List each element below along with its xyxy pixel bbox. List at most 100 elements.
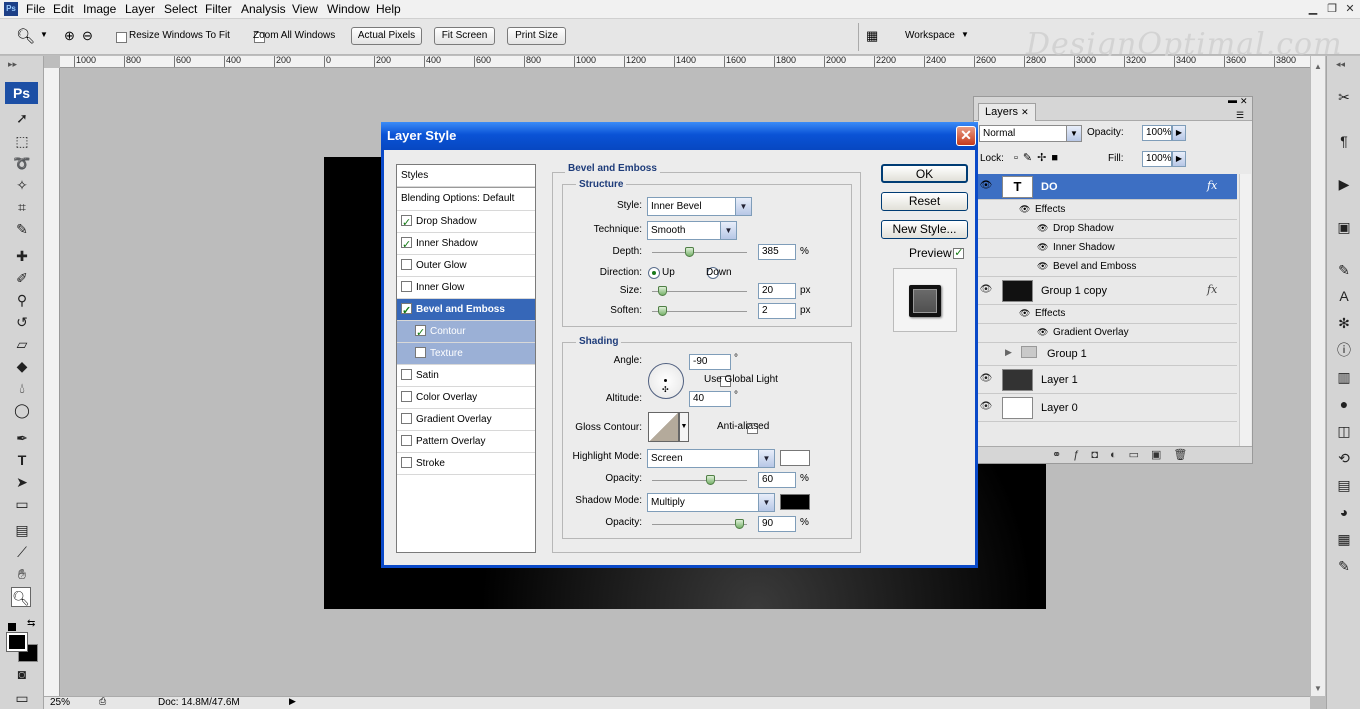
effect-gradient-overlay[interactable]: 👁︎ Gradient Overlay (975, 324, 1237, 343)
eye-icon[interactable]: 👁︎ (1037, 223, 1048, 234)
lock-icons[interactable]: ▫✎✢■ (1014, 151, 1063, 164)
effect-bevel-emboss[interactable]: 👁︎ Bevel and Emboss (975, 258, 1237, 277)
histogram-icon[interactable]: ▥ (1332, 366, 1356, 388)
eyedropper-icon[interactable]: ⟋ (12, 542, 32, 562)
blur-tool-icon[interactable]: 💧︎ (12, 378, 32, 398)
shadow-color-swatch[interactable] (780, 494, 810, 510)
ok-button[interactable]: OK (881, 164, 968, 183)
menu-image[interactable]: Image (83, 2, 116, 16)
style-checkbox[interactable] (401, 301, 412, 322)
eye-icon[interactable]: 👁︎ (977, 180, 995, 191)
layers-scrollbar[interactable] (1239, 174, 1251, 446)
preview-checkbox[interactable] (953, 246, 965, 259)
collapse-icon[interactable]: ▸▸ (8, 59, 17, 70)
layer-row-group-1[interactable]: ▶ Group 1 (975, 343, 1237, 366)
paths-icon[interactable]: ✎ (1332, 555, 1356, 577)
paint-bucket-icon[interactable]: ◆ (12, 356, 32, 376)
shadow-opacity-field[interactable]: 90 (758, 516, 796, 532)
style-checkbox[interactable] (401, 369, 412, 380)
style-item-stroke[interactable]: Stroke (397, 453, 535, 475)
layer-row-layer-0[interactable]: 👁︎ Layer 0 (975, 394, 1237, 422)
zoom-tool-icon[interactable]: 🔍︎ (16, 27, 35, 45)
menu-filter[interactable]: Filter (205, 2, 232, 16)
depth-slider-track[interactable] (652, 252, 747, 253)
menu-edit[interactable]: Edit (53, 2, 74, 16)
menu-select[interactable]: Select (164, 2, 197, 16)
styles-header[interactable]: Styles (397, 165, 535, 187)
eye-icon[interactable]: 👁︎ (977, 373, 995, 384)
blending-options[interactable]: Blending Options: Default (397, 187, 535, 211)
style-item-outer-glow[interactable]: Outer Glow (397, 255, 535, 277)
style-checkbox[interactable] (401, 213, 412, 234)
altitude-field[interactable]: 40 (689, 391, 731, 407)
swatches-icon[interactable]: ◫ (1332, 420, 1356, 442)
style-checkbox[interactable] (401, 391, 412, 402)
size-slider-thumb[interactable] (658, 286, 667, 296)
close-panel-icon[interactable]: ✕ (1240, 96, 1248, 107)
close-tab-icon[interactable]: ✕ (1021, 107, 1029, 117)
foreground-color-swatch[interactable] (6, 632, 28, 652)
menu-layer[interactable]: Layer (125, 2, 155, 16)
style-item-inner-glow[interactable]: Inner Glow (397, 277, 535, 299)
style-checkbox[interactable] (415, 323, 426, 344)
navigator-icon[interactable]: ▣ (1332, 216, 1356, 238)
style-item-drop-shadow[interactable]: Drop Shadow (397, 211, 535, 234)
fx-icon[interactable]: fx (1207, 283, 1217, 296)
tools-preset-icon[interactable]: ✂ (1332, 86, 1356, 108)
style-checkbox[interactable] (401, 235, 412, 256)
shadow-mode-select[interactable]: Multiply ▼ (647, 493, 775, 512)
quick-mask-icon[interactable]: ◙ (12, 664, 32, 684)
stamp-tool-icon[interactable]: ⚲ (12, 290, 32, 310)
eraser-tool-icon[interactable]: ▱ (12, 334, 32, 354)
angle-field[interactable]: -90 (689, 354, 731, 370)
color-icon[interactable]: ● (1332, 393, 1356, 415)
highlight-mode-select[interactable]: Screen ▼ (647, 449, 775, 468)
technique-select[interactable]: Smooth ▼ (647, 221, 737, 240)
lasso-tool-icon[interactable]: ➰ (12, 153, 32, 173)
status-arrow-icon[interactable]: ▶ (289, 696, 296, 707)
eye-icon[interactable]: 👁︎ (977, 284, 995, 295)
effects-row[interactable]: 👁︎ Effects (975, 200, 1237, 220)
new-style-button[interactable]: New Style... (881, 220, 968, 239)
style-item-color-overlay[interactable]: Color Overlay (397, 387, 535, 409)
layer-row-do[interactable]: 👁︎ T DO fx (975, 174, 1237, 200)
minimize-panel-icon[interactable]: ▬ (1228, 95, 1237, 105)
zoom-level[interactable]: 25% (50, 697, 70, 708)
style-select[interactable]: Inner Bevel ▼ (647, 197, 752, 216)
style-checkbox[interactable] (401, 281, 412, 292)
style-checkbox[interactable] (401, 435, 412, 446)
info-icon[interactable]: ⓘ (1332, 339, 1356, 361)
clone-source-icon[interactable]: ✻ (1332, 312, 1356, 334)
zoom-out-icon[interactable]: ⊖ (82, 28, 93, 44)
actions-icon[interactable]: ▶ (1332, 173, 1356, 195)
reset-button[interactable]: Reset (881, 192, 968, 211)
depth-field[interactable]: 385 (758, 244, 796, 260)
style-item-inner-shadow[interactable]: Inner Shadow (397, 233, 535, 256)
menu-analysis[interactable]: Analysis (241, 2, 286, 16)
pen-tool-icon[interactable]: ✒ (12, 428, 32, 448)
shape-tool-icon[interactable]: ▭ (12, 494, 32, 514)
chevron-down-icon[interactable]: ▼ (679, 412, 689, 442)
history-icon[interactable]: ⟲ (1332, 447, 1356, 469)
layer-row-layer-1[interactable]: 👁︎ Layer 1 (975, 366, 1237, 394)
crop-tool-icon[interactable]: ⌗ (12, 197, 32, 217)
fill-field[interactable]: 100% (1142, 151, 1172, 167)
highlight-opacity-field[interactable]: 60 (758, 472, 796, 488)
hand-tool-icon[interactable]: ✋︎ (12, 564, 32, 584)
style-item-contour[interactable]: Contour (397, 321, 535, 344)
type-tool-icon[interactable]: T (12, 450, 32, 470)
zoom-tool-icon[interactable]: 🔍︎ (11, 587, 31, 607)
eye-icon[interactable]: 👁︎ (1037, 261, 1048, 272)
styles-icon[interactable]: ◕ (1332, 501, 1356, 523)
direction-up-radio[interactable] (648, 267, 660, 280)
style-checkbox[interactable] (401, 457, 412, 468)
style-checkbox[interactable] (415, 347, 426, 358)
slice-tool-icon[interactable]: ✎ (12, 219, 32, 239)
fill-slider-arrow-icon[interactable]: ▶ (1172, 151, 1186, 167)
print-icon[interactable]: ⎙ (99, 696, 106, 707)
fit-screen-button[interactable]: Fit Screen (434, 27, 495, 45)
eye-icon[interactable]: 👁︎ (1019, 308, 1030, 319)
blend-mode-select[interactable]: Normal ▼ (979, 125, 1082, 142)
paragraph-icon[interactable]: ¶ (1332, 130, 1356, 152)
actual-pixels-button[interactable]: Actual Pixels (351, 27, 422, 45)
